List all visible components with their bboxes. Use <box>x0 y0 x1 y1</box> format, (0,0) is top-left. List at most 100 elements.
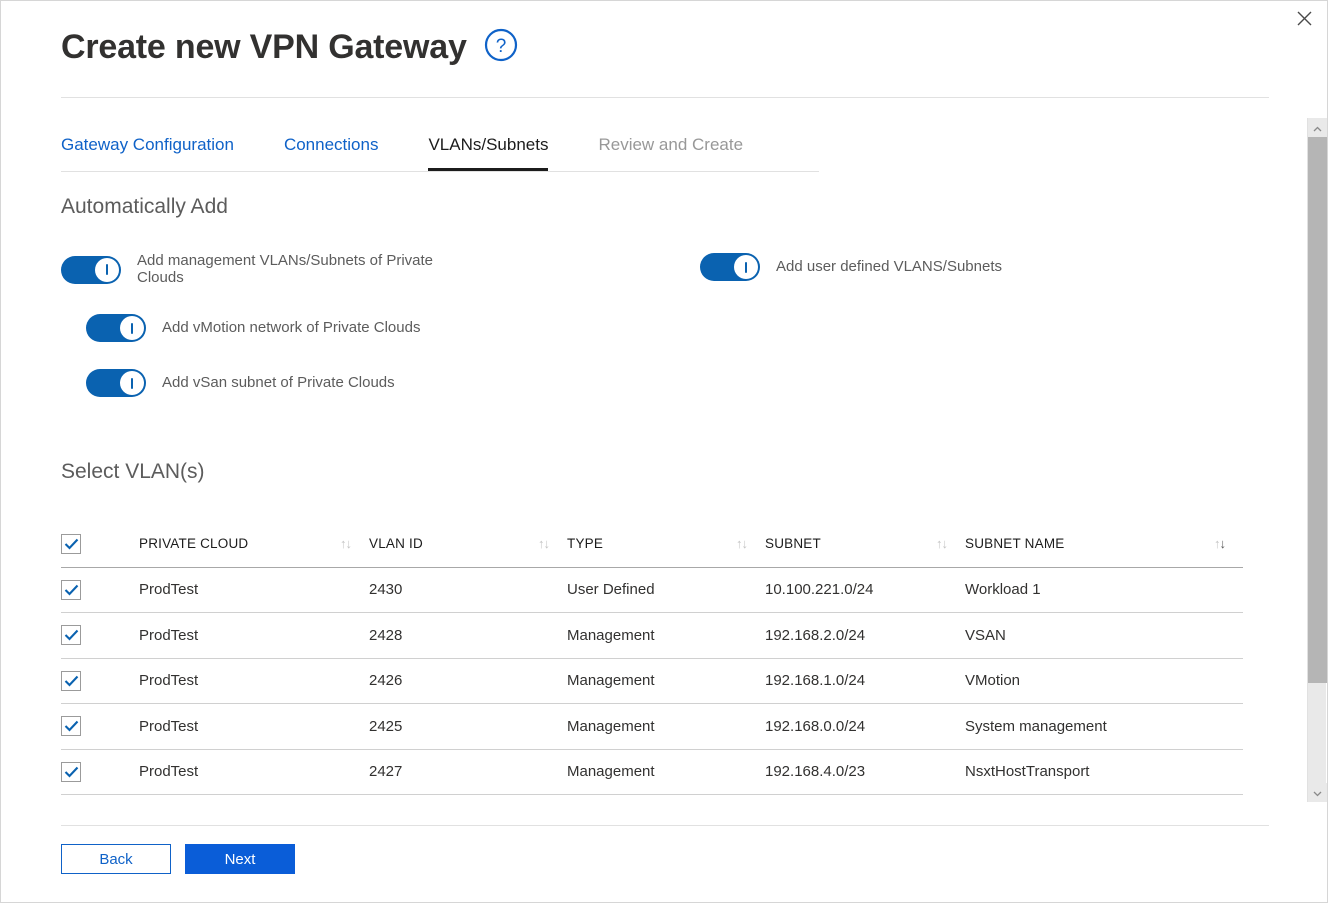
tab-gateway-configuration[interactable]: Gateway Configuration <box>61 129 234 171</box>
cell-subnet <box>765 795 965 804</box>
cell-type: Management <box>567 626 655 644</box>
cell-subnet-name: VSAN <box>965 626 1006 644</box>
toggle-label-add-management-vlans: Add management VLANs/Subnets of Private … <box>137 252 434 286</box>
scrollbar-thumb[interactable] <box>1308 137 1327 683</box>
chevron-down-icon <box>1313 784 1322 802</box>
toggle-knob-icon <box>120 316 144 340</box>
table-row[interactable] <box>61 795 1243 804</box>
toggle-label-add-vsan-subnet: Add vSan subnet of Private Clouds <box>162 373 395 391</box>
cell-type: Management <box>567 717 655 735</box>
column-header-label: PRIVATE CLOUD <box>139 536 249 552</box>
row-select-cell <box>61 704 139 750</box>
cell-subnet: 192.168.0.0/24 <box>765 717 866 735</box>
vlan-table-container: PRIVATE CLOUD ↑↓ VLAN ID ↑↓ TYPE ↑↓ SUBN… <box>61 521 1243 803</box>
toggle-row-vmotion-network: Add vMotion network of Private Clouds <box>86 314 420 342</box>
page-title: Create new VPN Gateway <box>61 27 467 66</box>
tab-connections[interactable]: Connections <box>284 129 379 171</box>
sort-icon-subnet-name[interactable]: ↑↓ <box>1214 536 1226 551</box>
column-header-label: SUBNET <box>765 536 821 552</box>
cell-private-cloud: ProdTest <box>139 581 199 599</box>
column-header-private-cloud: PRIVATE CLOUD ↑↓ <box>139 521 369 568</box>
cell-subnet: 192.168.4.0/23 <box>765 763 866 781</box>
cell-subnet-name: System management <box>965 717 1107 735</box>
tab-vlans-subnets[interactable]: VLANs/Subnets <box>428 129 549 171</box>
cell-type <box>567 795 765 804</box>
cell-subnet-name <box>965 795 1243 804</box>
cell-vlan-id: 2426 <box>369 672 403 690</box>
row-checkbox[interactable] <box>61 670 81 691</box>
vlan-table: PRIVATE CLOUD ↑↓ VLAN ID ↑↓ TYPE ↑↓ SUBN… <box>61 521 1243 803</box>
row-select-cell <box>61 749 139 795</box>
row-select-cell <box>61 613 139 659</box>
cell-subnet: 192.168.2.0/24 <box>765 626 866 644</box>
column-header-vlan-id: VLAN ID ↑↓ <box>369 521 567 568</box>
close-icon <box>1297 11 1312 26</box>
cell-type: Management <box>567 763 655 781</box>
toggle-add-management-vlans[interactable] <box>61 255 121 284</box>
column-header-label: TYPE <box>567 536 604 552</box>
wizard-tabs: Gateway Configuration Connections VLANs/… <box>61 129 819 172</box>
toggle-knob-icon <box>734 255 758 279</box>
next-button[interactable]: Next <box>185 844 295 874</box>
scrollbar-up-button[interactable] <box>1308 118 1327 137</box>
cell-vlan-id: 2428 <box>369 626 403 644</box>
sort-icon-type[interactable]: ↑↓ <box>736 536 748 551</box>
table-row[interactable]: ProdTest 2427 Management 192.168.4.0/23 … <box>61 749 1243 795</box>
column-header-label: VLAN ID <box>369 536 423 552</box>
tab-review-and-create[interactable]: Review and Create <box>598 129 743 171</box>
cell-subnet-name: Workload 1 <box>965 581 1041 599</box>
automatically-add-heading: Automatically Add <box>61 195 228 218</box>
table-row[interactable]: ProdTest 2428 Management 192.168.2.0/24 … <box>61 613 1243 659</box>
toggle-add-vmotion-network[interactable] <box>86 314 146 342</box>
table-row[interactable]: ProdTest 2430 User Defined 10.100.221.0/… <box>61 567 1243 613</box>
toggle-add-user-defined-vlans[interactable] <box>700 253 760 281</box>
toggle-label-add-user-defined-vlans: Add user defined VLANS/Subnets <box>776 257 1002 275</box>
column-header-label: SUBNET NAME <box>965 536 1065 552</box>
cell-private-cloud: ProdTest <box>139 626 199 644</box>
cell-private-cloud: ProdTest <box>139 672 199 690</box>
select-all-header-cell <box>61 521 139 568</box>
table-row[interactable]: ProdTest 2425 Management 192.168.0.0/24 … <box>61 704 1243 750</box>
close-button[interactable] <box>1281 1 1327 35</box>
cell-subnet-name: NsxtHostTransport <box>965 763 1090 781</box>
header-divider <box>61 97 1269 98</box>
cell-private-cloud: ProdTest <box>139 763 199 781</box>
cell-vlan-id: 2427 <box>369 763 403 781</box>
row-select-cell <box>61 658 139 704</box>
sort-icon-vlan-id[interactable]: ↑↓ <box>538 536 550 551</box>
dialog-scrollbar[interactable] <box>1307 118 1327 802</box>
select-all-checkbox[interactable] <box>61 533 81 554</box>
row-checkbox[interactable] <box>61 716 81 737</box>
toggle-knob-icon <box>120 371 144 395</box>
column-header-type: TYPE ↑↓ <box>567 521 765 568</box>
help-circle-icon[interactable]: ? <box>483 27 519 68</box>
row-checkbox[interactable] <box>61 579 81 600</box>
sort-icon-private-cloud[interactable]: ↑↓ <box>340 536 352 551</box>
sort-icon-subnet[interactable]: ↑↓ <box>936 536 948 551</box>
cell-subnet: 192.168.1.0/24 <box>765 672 866 690</box>
svg-text:?: ? <box>495 36 506 57</box>
table-row[interactable]: ProdTest 2426 Management 192.168.1.0/24 … <box>61 658 1243 704</box>
select-vlans-heading: Select VLAN(s) <box>61 460 205 483</box>
footer-divider <box>61 825 1269 826</box>
toggle-row-user-defined-vlans: Add user defined VLANS/Subnets <box>700 253 1002 281</box>
toggle-label-add-vmotion-network: Add vMotion network of Private Clouds <box>162 318 421 336</box>
vlan-table-header: PRIVATE CLOUD ↑↓ VLAN ID ↑↓ TYPE ↑↓ SUBN… <box>61 521 1243 568</box>
cell-private-cloud: ProdTest <box>139 717 199 735</box>
cell-vlan-id <box>369 795 567 804</box>
column-header-subnet-name: SUBNET NAME ↑↓ <box>965 521 1243 568</box>
chevron-up-icon <box>1313 119 1322 137</box>
row-checkbox[interactable] <box>61 625 81 646</box>
cell-subnet: 10.100.221.0/24 <box>765 581 874 599</box>
column-header-subnet: SUBNET ↑↓ <box>765 521 965 568</box>
vlan-table-body: ProdTest 2430 User Defined 10.100.221.0/… <box>61 567 1243 803</box>
row-checkbox[interactable] <box>61 761 81 782</box>
cell-subnet-name: VMotion <box>965 672 1021 690</box>
toggle-add-vsan-subnet[interactable] <box>86 369 146 397</box>
toggle-row-management-vlans: Add management VLANs/Subnets of Private … <box>61 252 511 287</box>
table-header-row: PRIVATE CLOUD ↑↓ VLAN ID ↑↓ TYPE ↑↓ SUBN… <box>61 521 1243 568</box>
toggle-row-vsan-subnet: Add vSan subnet of Private Clouds <box>86 369 395 397</box>
back-button[interactable]: Back <box>61 844 171 874</box>
cell-private-cloud <box>139 795 369 804</box>
scrollbar-down-button[interactable] <box>1308 783 1327 802</box>
